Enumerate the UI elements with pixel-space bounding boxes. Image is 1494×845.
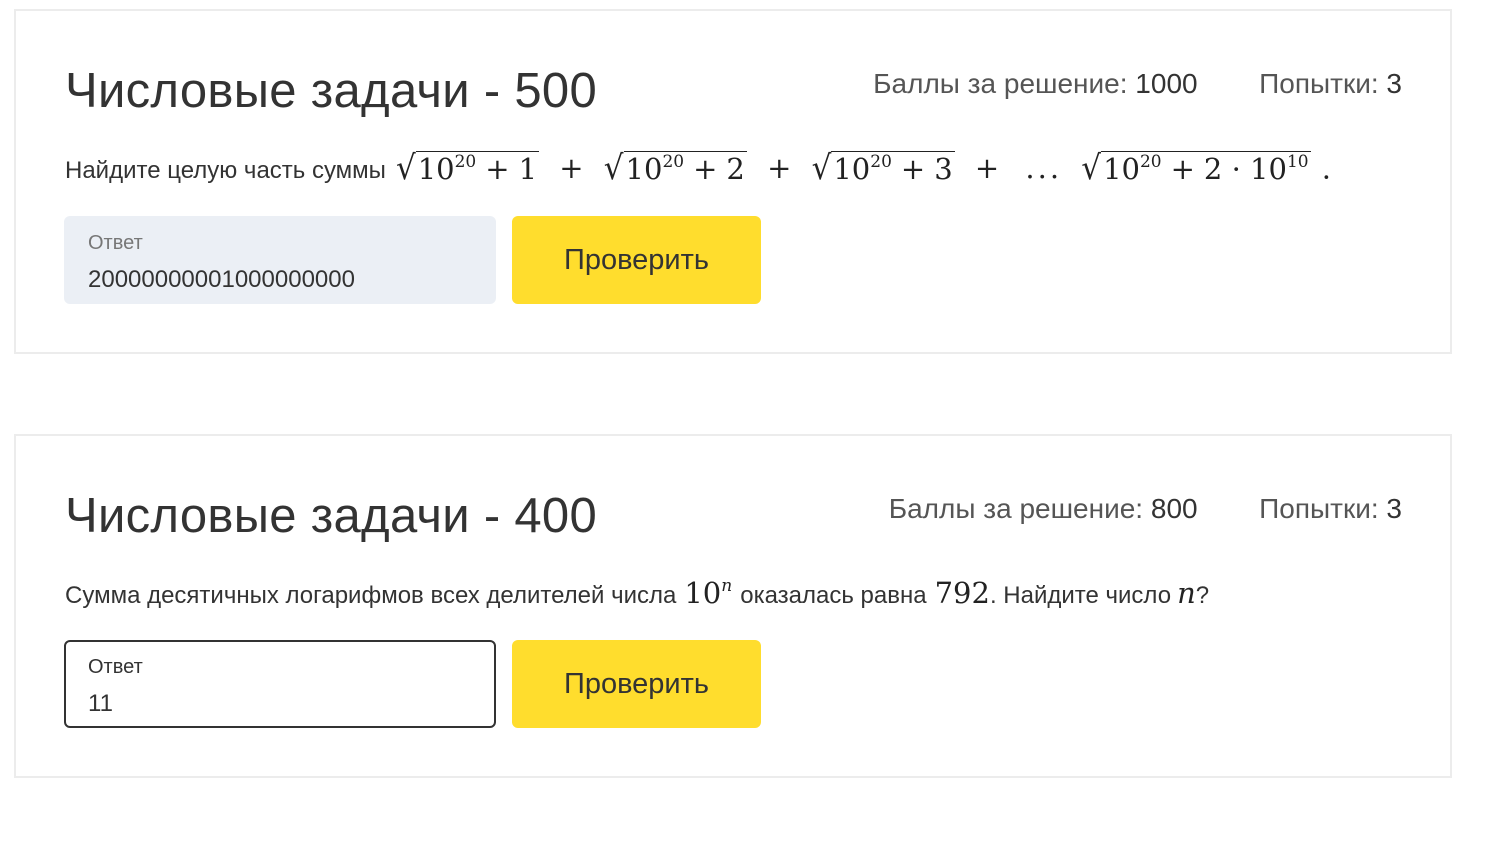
question-end: ? <box>1195 582 1210 609</box>
check-button[interactable]: Проверить <box>512 216 761 304</box>
answer-label: Ответ <box>88 232 143 254</box>
sqrt-term-3: √ 1020 +3 <box>811 148 955 188</box>
sqrt-term-last: √ 1020 +2 · 1010 <box>1081 148 1311 188</box>
answer-value[interactable]: 11 <box>88 690 113 718</box>
task-title: Числовые задачи - 500 <box>65 64 598 118</box>
attempts-label: Попытки: <box>1259 68 1379 99</box>
task-meta: Баллы за решение: 800 Попытки: 3 <box>889 493 1402 525</box>
question-part-1: Сумма десятичных логарифмов всех делител… <box>65 582 677 609</box>
points-label: Баллы за решение: <box>888 493 1144 524</box>
question-text: Найдите целую часть суммы <box>65 157 386 185</box>
math-value: 792 <box>934 576 990 610</box>
answer-value[interactable]: 20000000001000000000 <box>88 266 355 294</box>
sqrt-term-2: √ 1020 +2 <box>603 148 747 188</box>
task-card-500: Числовые задачи - 500 Баллы за решение: … <box>14 9 1452 354</box>
task-title: Числовые задачи - 400 <box>65 489 598 543</box>
task-question: Сумма десятичных логарифмов всех делител… <box>65 576 1209 610</box>
question-part-3: . Найдите число <box>989 582 1172 609</box>
check-button[interactable]: Проверить <box>512 640 761 728</box>
task-card-400: Числовые задачи - 400 Баллы за решение: … <box>14 434 1452 778</box>
answer-label: Ответ <box>88 656 143 678</box>
task-question: Найдите целую часть суммы √ 1020 +1 + √ 1… <box>65 151 1331 185</box>
question-part-2: оказалась равна <box>740 582 927 609</box>
math-variable: n <box>1177 576 1196 610</box>
points-value: 1000 <box>1135 68 1198 99</box>
points-value: 800 <box>1150 493 1198 524</box>
sqrt-term-1: √ 1020 +1 <box>395 148 540 188</box>
answer-field[interactable]: Ответ 11 <box>64 640 496 728</box>
math-power: 10n <box>684 576 733 610</box>
attempts-label: Попытки: <box>1259 493 1379 524</box>
attempts-value: 3 <box>1386 68 1402 99</box>
attempts-value: 3 <box>1386 493 1402 524</box>
points-label: Баллы за решение: <box>873 68 1128 99</box>
answer-field[interactable]: Ответ 20000000001000000000 <box>64 216 496 304</box>
task-meta: Баллы за решение: 1000 Попытки: 3 <box>873 68 1402 100</box>
question-formula: √ 1020 +1 + √ 1020 +2 + √ 1020 +3 + ... √ 1… <box>395 148 1332 188</box>
